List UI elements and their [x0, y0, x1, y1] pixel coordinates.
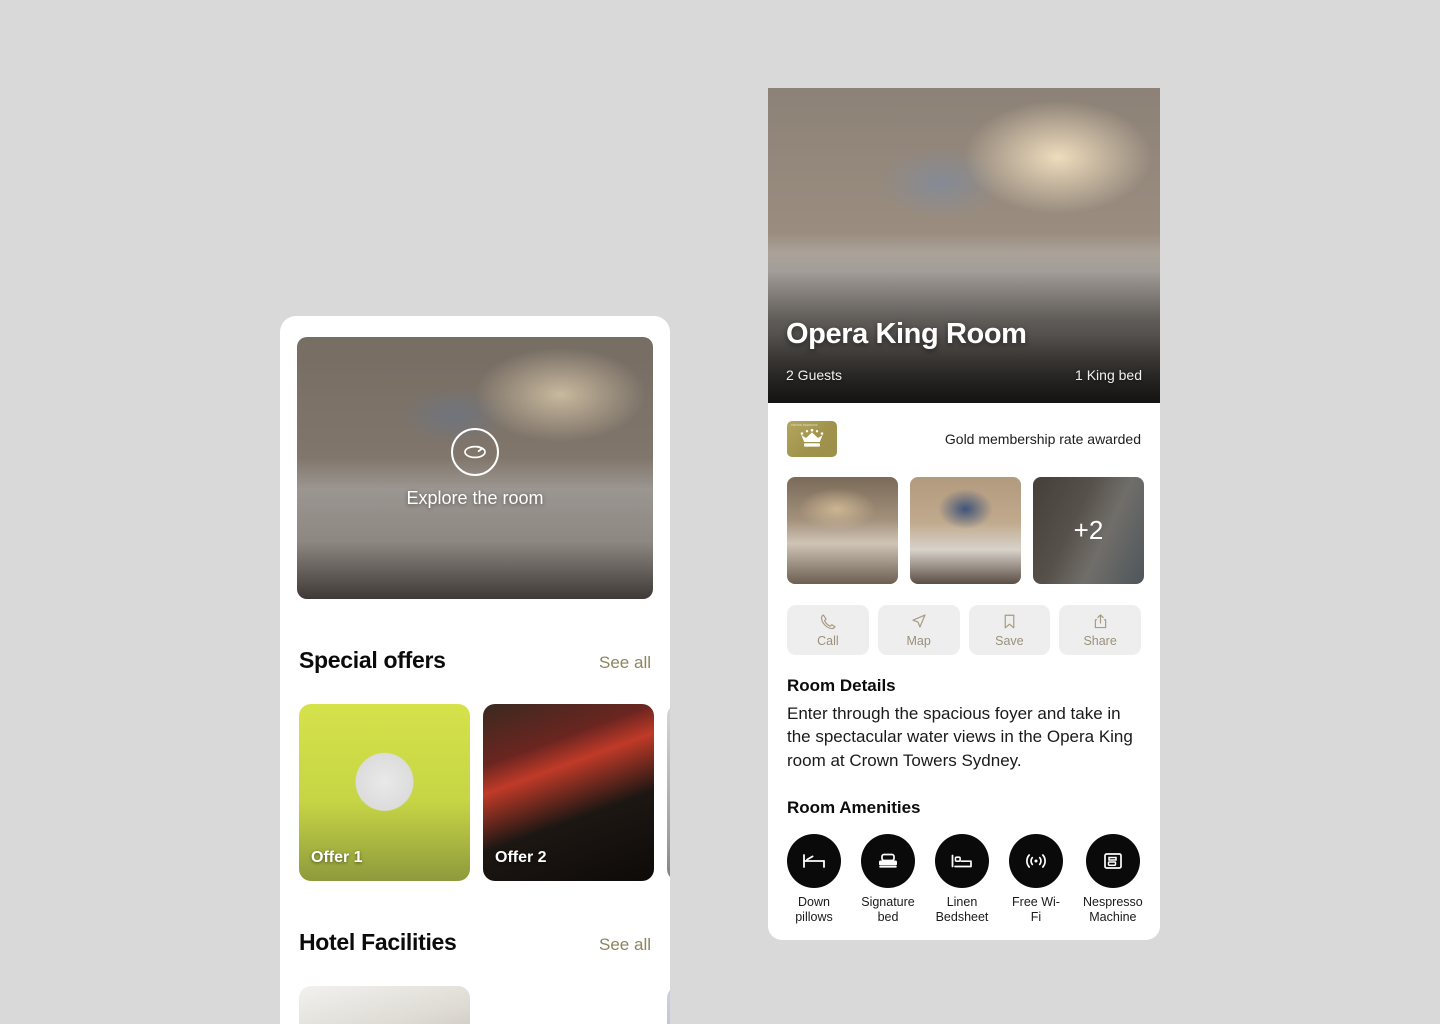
room-amenities-header: Room Amenities [768, 772, 1160, 818]
save-button[interactable]: Save [968, 605, 1051, 655]
gallery-thumbnail[interactable] [910, 477, 1021, 584]
amenity-item[interactable]: Down pillows [787, 833, 841, 926]
facility-card[interactable] [299, 986, 470, 1024]
guest-count: 2 Guests [786, 367, 843, 383]
bookmark-icon [1004, 614, 1015, 629]
gallery-thumbnail-more[interactable]: +2 [1033, 477, 1144, 584]
amenity-item[interactable]: Linen Bedsheet [935, 833, 989, 926]
explore-overlay: Explore the room [297, 337, 653, 599]
more-photos-count: +2 [1033, 477, 1144, 584]
see-all-hotel-facilities[interactable]: See all [599, 935, 651, 955]
amenity-item[interactable]: Signature bed [861, 833, 915, 926]
wifi-icon [1009, 833, 1063, 888]
call-button[interactable]: Call [787, 605, 869, 655]
special-offers-header: Special offers See all [280, 647, 670, 674]
room-hero: Opera King Room 2 Guests 1 King bed [768, 88, 1160, 403]
membership-badge-micro-text: CROWN REWARDS [791, 424, 818, 427]
call-button-label: Call [817, 634, 839, 648]
amenity-item[interactable]: Nespresso Machine [1083, 833, 1143, 926]
bed-type: 1 King bed [1075, 367, 1142, 383]
offer-card-label: Offer 2 [495, 849, 547, 866]
facility-card[interactable] [483, 986, 654, 1024]
right-phone-card: Opera King Room 2 Guests 1 King bed CROW… [768, 88, 1160, 940]
save-button-label: Save [995, 634, 1024, 648]
linen-bed-icon [935, 833, 989, 888]
hotel-facilities-carousel[interactable] [280, 986, 670, 1024]
page-title: Opera King Room [786, 318, 1027, 350]
map-button[interactable]: Map [877, 605, 960, 655]
offer-card[interactable]: Offer 3 [667, 704, 670, 881]
room-details-body: Enter through the spacious foyer and tak… [787, 704, 1133, 770]
explore-room-label: Explore the room [406, 487, 544, 508]
amenity-item[interactable]: Free Wi-Fi [1009, 833, 1063, 926]
offer-card[interactable]: Offer 2 [483, 704, 654, 881]
amenity-label: Nespresso Machine [1083, 894, 1143, 925]
bed-front-icon [861, 833, 915, 888]
pillow-bed-icon [787, 833, 841, 888]
room-details-title: Room Details [787, 676, 896, 695]
membership-badge: CROWN REWARDS [787, 421, 837, 457]
amenity-label: Signature bed [861, 894, 915, 925]
facility-card[interactable] [667, 986, 670, 1024]
room-amenities-title: Room Amenities [787, 797, 921, 817]
explore-room-banner[interactable]: Explore the room [297, 337, 653, 599]
membership-text: Gold membership rate awarded [944, 431, 1141, 447]
hero-meta: 2 Guests 1 King bed [786, 367, 1142, 383]
share-icon [1094, 614, 1106, 629]
amenity-label: Linen Bedsheet [935, 894, 989, 925]
offer-card[interactable]: Offer 1 [299, 704, 470, 881]
navigation-arrow-icon [912, 614, 926, 628]
screen: Explore the room Special offers See all … [0, 0, 1440, 1024]
left-phone-card: Explore the room Special offers See all … [280, 316, 670, 1024]
see-all-special-offers[interactable]: See all [599, 653, 651, 673]
share-button-label: Share [1083, 634, 1117, 648]
coffee-machine-icon [1085, 833, 1140, 888]
amenity-label: Free Wi-Fi [1012, 894, 1060, 925]
phone-icon [821, 614, 836, 630]
amenity-label: Down pillows [795, 894, 833, 925]
section-title-hotel-facilities: Hotel Facilities [299, 929, 457, 955]
gallery-thumbnail[interactable] [787, 477, 898, 584]
hotel-facilities-header: Hotel Facilities See all [280, 929, 670, 956]
action-buttons: Call Map Save Share [768, 584, 1160, 655]
section-title-special-offers: Special offers [299, 647, 446, 673]
room-amenities-carousel[interactable]: Down pillows Signature bed Linen Bedshee… [768, 818, 1160, 926]
room-details-block: Room Details Enter through the spacious … [768, 655, 1160, 772]
crown-icon [800, 429, 824, 447]
offer-card-label: Offer 1 [311, 849, 363, 866]
360-rotate-icon [451, 427, 499, 476]
share-button[interactable]: Share [1059, 605, 1141, 655]
membership-row: CROWN REWARDS Gold membership rate award… [768, 403, 1160, 457]
special-offers-carousel[interactable]: Offer 1 Offer 2 Offer 3 [280, 704, 670, 881]
map-button-label: Map [906, 634, 931, 648]
gallery-thumbnails[interactable]: +2 [768, 457, 1160, 584]
